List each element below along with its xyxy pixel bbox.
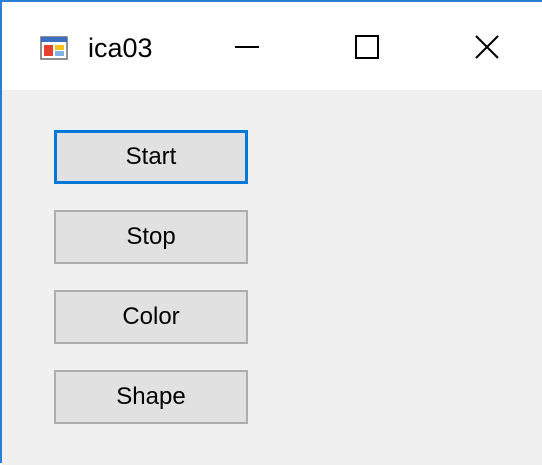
color-button[interactable]: Color [54, 290, 248, 344]
stop-button[interactable]: Stop [54, 210, 248, 264]
close-button[interactable] [442, 16, 532, 82]
maximize-button[interactable] [322, 16, 412, 82]
winforms-app-icon[interactable] [40, 34, 68, 62]
minimize-button[interactable] [202, 16, 292, 82]
title-bar[interactable]: ica03 [2, 2, 542, 90]
app-window: ica03 Start Stop Color Shape [0, 0, 542, 465]
shape-button[interactable]: Shape [54, 370, 248, 424]
form-client-area: Start Stop Color Shape [2, 90, 542, 465]
start-button[interactable]: Start [54, 130, 248, 184]
maximize-icon [354, 34, 380, 65]
window-title: ica03 [88, 33, 153, 63]
close-icon [474, 34, 500, 65]
minimize-icon [234, 34, 260, 65]
